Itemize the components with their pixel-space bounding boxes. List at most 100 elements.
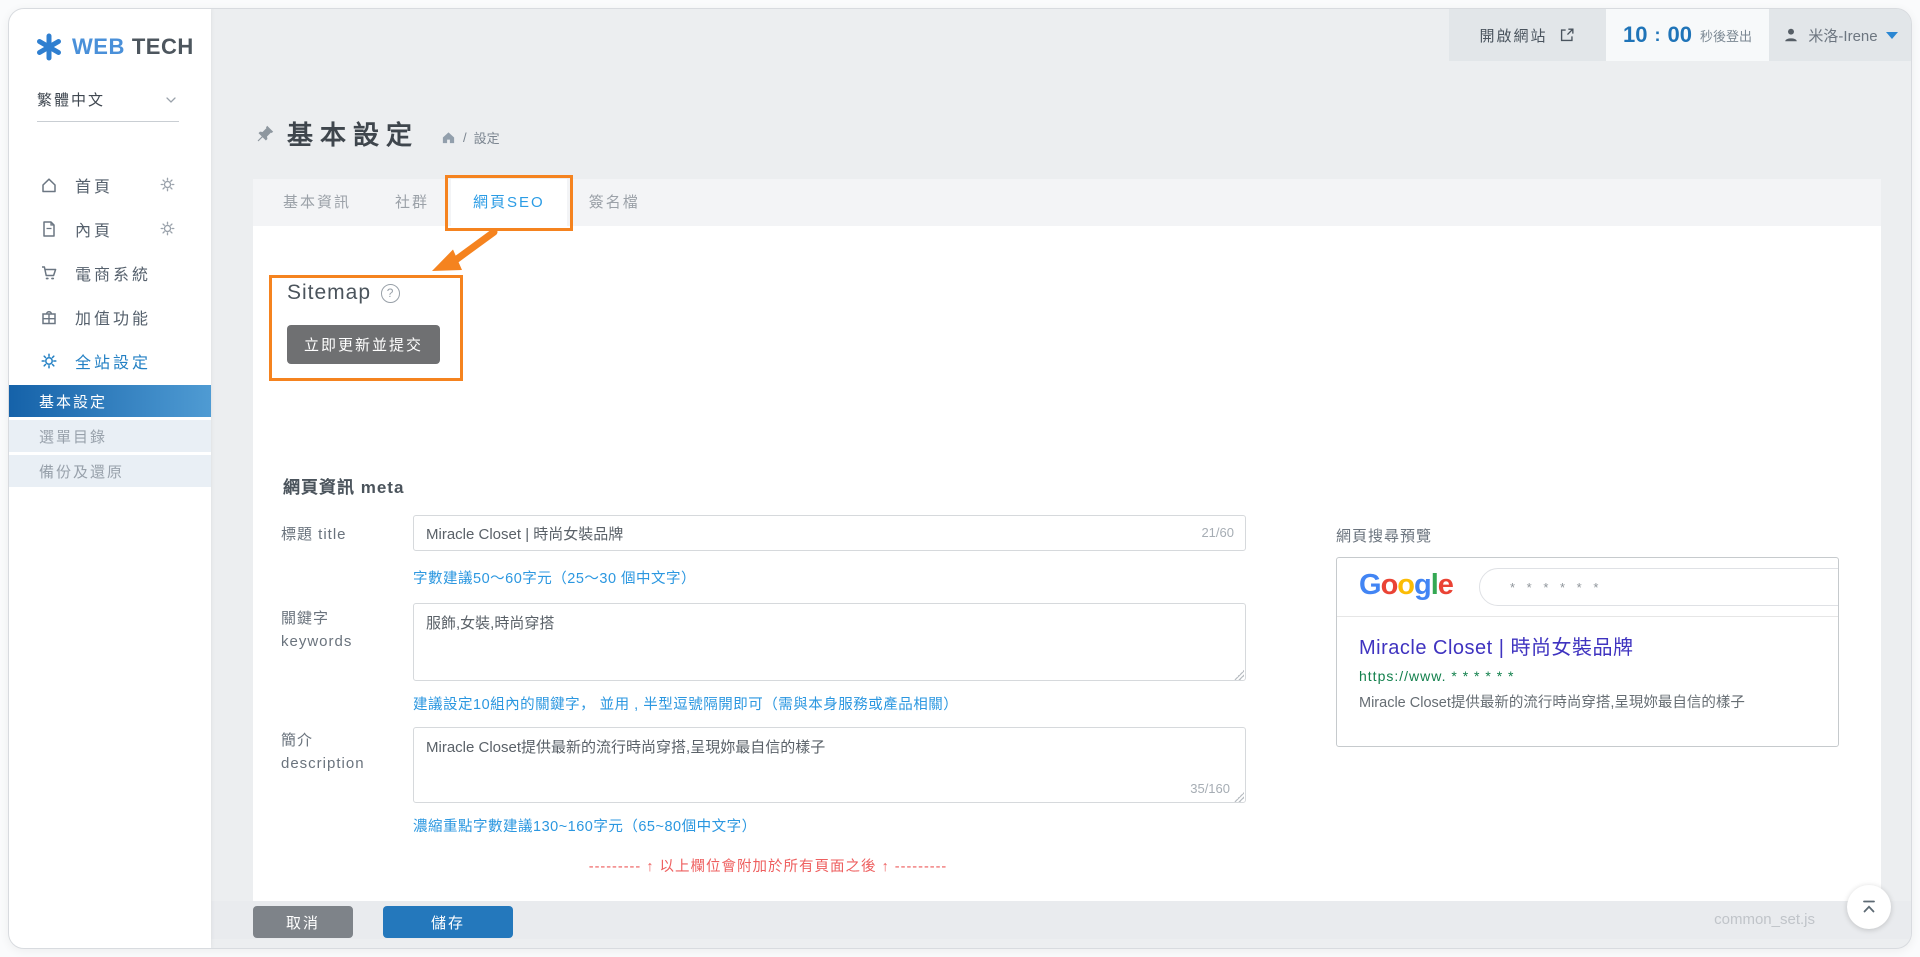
caret-down-icon <box>1886 32 1898 39</box>
language-selected: 繁體中文 <box>37 89 105 110</box>
keywords-field-wrap: 服飾,女裝,時尚穿搭 <box>413 603 1246 686</box>
append-note: --------- ↑ 以上欄位會附加於所有頁面之後 ↑ --------- <box>333 855 1203 876</box>
search-result-title: Miracle Closet | 時尚女裝品牌 <box>1359 631 1824 660</box>
open-website-button[interactable]: 開啟網站 <box>1449 9 1606 61</box>
meta-section-heading: 網頁資訊 meta <box>283 473 404 498</box>
topbar: 開啟網站 10 : 00 秒後登出 米洛-Irene <box>1449 9 1911 61</box>
timer-colon: : <box>1654 25 1660 46</box>
logout-timer: 10 : 00 秒後登出 <box>1606 9 1769 61</box>
search-preview-label: 網頁搜尋預覽 <box>1336 525 1432 546</box>
cart-icon <box>39 263 59 283</box>
description-hint: 濃縮重點字數建議130~160字元（65~80個中文字） <box>413 815 757 836</box>
scroll-to-top-button[interactable] <box>1847 885 1891 929</box>
description-textarea[interactable]: Miracle Closet提供最新的流行時尚穿搭,呈現妳最自信的樣子 <box>413 727 1246 803</box>
search-result-description: Miracle Closet提供最新的流行時尚穿搭,呈現妳最自信的樣子 <box>1359 691 1824 712</box>
google-preview-header: Google * * * * * * <box>1337 558 1838 617</box>
keywords-label-en: keywords <box>281 630 352 653</box>
google-search-box: * * * * * * <box>1479 568 1839 606</box>
cancel-button[interactable]: 取消 <box>253 906 353 938</box>
annotation-arrow-icon <box>421 229 511 289</box>
sidebar-submenu: 基本設定 選單目錄 備份及還原 <box>9 385 211 490</box>
tab-web-seo[interactable]: 網頁SEO <box>451 179 567 226</box>
breadcrumb-home-icon[interactable] <box>441 130 456 145</box>
tab-signature[interactable]: 簽名檔 <box>567 179 662 226</box>
submenu-item-basic-settings[interactable]: 基本設定 <box>9 385 211 417</box>
home-icon <box>39 175 59 195</box>
logo-asterisk-icon <box>35 33 63 61</box>
user-menu[interactable]: 米洛-Irene <box>1769 9 1911 61</box>
google-letter: o <box>1381 569 1398 601</box>
description-label-zh: 簡介 <box>281 729 365 752</box>
search-result-url: https://www. * * * * * * <box>1359 668 1824 684</box>
submenu-item-backup-restore[interactable]: 備份及還原 <box>9 455 211 487</box>
pin-icon <box>255 124 275 144</box>
brand-word-1: WEB <box>72 34 125 60</box>
settings-card: 基本資訊 社群 網頁SEO 簽名檔 Sitemap ? 立即更新並提交 <box>253 179 1881 901</box>
open-website-label: 開啟網站 <box>1479 25 1547 46</box>
chevron-down-icon <box>163 92 179 108</box>
google-letter: G <box>1359 569 1381 601</box>
save-button[interactable]: 儲存 <box>383 906 513 938</box>
user-icon <box>1782 26 1800 44</box>
google-letter: e <box>1438 569 1453 601</box>
user-name: 米洛-Irene <box>1808 25 1877 46</box>
brand-word-2: TECH <box>132 34 194 60</box>
main-content: 基本設定 / 設定 基本資訊 社群 網頁SEO <box>211 9 1911 948</box>
breadcrumb: / 設定 <box>441 128 500 147</box>
sidebar-item-label: 全站設定 <box>75 349 151 373</box>
title-field-wrap: 21/60 <box>413 515 1246 551</box>
gear-icon <box>39 351 59 371</box>
resize-handle-icon[interactable] <box>1234 670 1244 680</box>
tab-basic-info[interactable]: 基本資訊 <box>261 179 373 226</box>
google-preview-card: Google * * * * * * Miracle Closet | 時尚女裝… <box>1336 557 1839 747</box>
keywords-textarea[interactable]: 服飾,女裝,時尚穿搭 <box>413 603 1246 681</box>
external-link-icon <box>1558 26 1576 44</box>
tab-web-seo-label: 網頁SEO <box>473 194 545 211</box>
sidebar-item-ecommerce[interactable]: 電商系統 <box>9 251 211 295</box>
addon-box-icon <box>39 307 59 327</box>
sidebar-item-inner-pages[interactable]: 內頁 <box>9 207 211 251</box>
page-header: 基本設定 / 設定 <box>255 115 500 152</box>
description-field-wrap: Miracle Closet提供最新的流行時尚穿搭,呈現妳最自信的樣子 35/1… <box>413 727 1246 808</box>
sidebar-item-label: 電商系統 <box>75 261 151 285</box>
home-settings-gear-icon[interactable] <box>158 175 177 194</box>
keywords-label-zh: 關鍵字 <box>281 607 352 630</box>
inner-pages-settings-gear-icon[interactable] <box>158 219 177 238</box>
google-letter: l <box>1431 569 1438 601</box>
sitemap-heading-row: Sitemap ? <box>287 281 400 305</box>
title-field-label: 標題 title <box>281 523 347 546</box>
google-letter: g <box>1414 569 1431 601</box>
keywords-hint: 建議設定10組內的關鍵字， 並用 , 半型逗號隔開即可（需與本身服務或產品相關） <box>413 693 958 714</box>
sidebar-item-addons[interactable]: 加值功能 <box>9 295 211 339</box>
sidebar-item-site-settings[interactable]: 全站設定 <box>9 339 211 383</box>
description-field-label: 簡介 description <box>281 729 365 775</box>
tab-bar: 基本資訊 社群 網頁SEO 簽名檔 <box>253 179 1881 226</box>
brand-logo: WEB TECH <box>35 33 194 61</box>
sitemap-heading: Sitemap <box>287 281 371 305</box>
tab-social[interactable]: 社群 <box>373 179 451 226</box>
sidebar-item-label: 加值功能 <box>75 305 151 329</box>
google-logo: Google <box>1359 569 1453 602</box>
page-title: 基本設定 <box>287 115 419 152</box>
timer-minutes: 10 <box>1623 22 1647 48</box>
language-selector[interactable]: 繁體中文 <box>37 89 179 122</box>
help-icon[interactable]: ? <box>381 284 400 303</box>
resize-handle-icon[interactable] <box>1234 792 1244 802</box>
app-window: WEB TECH 繁體中文 首頁 <box>8 8 1912 949</box>
description-counter: 35/160 <box>1190 781 1230 796</box>
description-label-en: description <box>281 752 365 775</box>
breadcrumb-separator: / <box>463 130 467 145</box>
sidebar: WEB TECH 繁體中文 首頁 <box>9 9 211 948</box>
title-counter: 21/60 <box>1201 525 1234 540</box>
timer-suffix: 秒後登出 <box>1700 26 1752 45</box>
scroll-top-icon <box>1859 897 1879 917</box>
sitemap-submit-button[interactable]: 立即更新並提交 <box>287 325 440 364</box>
sidebar-item-label: 內頁 <box>75 217 113 241</box>
sidebar-item-home[interactable]: 首頁 <box>9 163 211 207</box>
submenu-item-menu-directory[interactable]: 選單目錄 <box>9 420 211 452</box>
script-filename: common_set.js <box>1714 911 1815 928</box>
breadcrumb-current: 設定 <box>474 128 500 147</box>
title-input[interactable] <box>413 515 1246 551</box>
google-letter: o <box>1397 569 1414 601</box>
title-hint: 字數建議50～60字元（25～30 個中文字） <box>413 567 696 588</box>
